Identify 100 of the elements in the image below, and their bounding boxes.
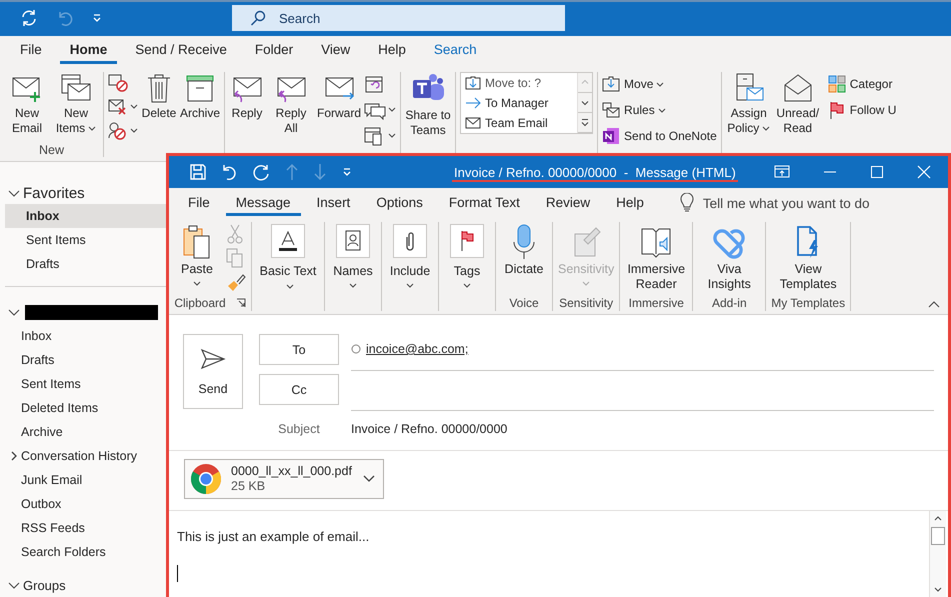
- paste-button[interactable]: Paste: [174, 222, 220, 287]
- archive-button[interactable]: Archive: [180, 72, 220, 121]
- include-button[interactable]: Include: [387, 222, 433, 289]
- send-button[interactable]: Send: [183, 334, 243, 409]
- dialog-launcher-icon[interactable]: [236, 298, 246, 308]
- block-sender-icon[interactable]: [108, 122, 138, 140]
- maximize-icon[interactable]: [870, 165, 884, 179]
- folder-item[interactable]: RSS Feeds: [21, 521, 85, 535]
- reply-all-button[interactable]: Reply All: [268, 72, 314, 136]
- folder-item[interactable]: Inbox: [5, 204, 166, 228]
- folder-item[interactable]: Archive: [21, 425, 63, 439]
- ribbon-tab[interactable]: Help: [368, 42, 416, 64]
- ribbon-tab[interactable]: Send / Receive: [125, 42, 237, 64]
- calendar-phone-icon[interactable]: [364, 126, 396, 146]
- ribbon-tab[interactable]: Folder: [244, 42, 304, 64]
- caret-icon: [406, 283, 414, 289]
- folder-item[interactable]: Drafts: [21, 353, 54, 367]
- save-icon[interactable]: [189, 163, 207, 181]
- folder-item[interactable]: Conversation History: [21, 449, 138, 463]
- new-items-button[interactable]: New Items: [53, 72, 99, 136]
- ribbon-tab[interactable]: View: [311, 42, 360, 64]
- ribbon-tab[interactable]: Review: [536, 194, 600, 216]
- scroll-thumb[interactable]: [931, 527, 945, 545]
- chevron-icon[interactable]: [8, 188, 20, 198]
- scrollbar[interactable]: [929, 511, 946, 597]
- group-label: My Templates: [771, 296, 846, 310]
- ribbon-tab[interactable]: File: [178, 194, 220, 216]
- chevron-icon[interactable]: [8, 580, 20, 590]
- close-icon[interactable]: [917, 165, 931, 179]
- folder-item[interactable]: Deleted Items: [21, 401, 98, 415]
- assign-policy-button[interactable]: Assign Policy: [726, 72, 772, 136]
- reply-button[interactable]: Reply: [229, 72, 266, 121]
- arrow-icon: [465, 96, 482, 110]
- move-button[interactable]: Move: [602, 72, 664, 96]
- quick-step-item[interactable]: Team Email: [465, 113, 574, 133]
- chevron-icon[interactable]: [8, 307, 20, 317]
- message-body-text: This is just an example of email...: [177, 529, 370, 544]
- view-templates-button[interactable]: View Templates: [777, 222, 840, 292]
- tags-button[interactable]: Tags: [444, 222, 490, 289]
- immersive-reader-button[interactable]: Immersive Reader: [625, 222, 688, 292]
- ribbon-tab[interactable]: Options: [366, 194, 433, 216]
- ribbon-tab[interactable]: Search: [424, 42, 487, 64]
- folder-item[interactable]: Inbox: [21, 329, 52, 343]
- folder-item[interactable]: Sent Items: [5, 228, 166, 252]
- rules-icon: [602, 102, 620, 118]
- folder-item[interactable]: Search Folders: [21, 545, 106, 559]
- quick-step-item[interactable]: Move to: ?: [465, 73, 574, 93]
- redo-icon[interactable]: [253, 163, 271, 181]
- folder-item[interactable]: Sent Items: [21, 377, 81, 391]
- send-icon: [200, 348, 226, 370]
- customize-icon[interactable]: [91, 12, 103, 24]
- subject-field[interactable]: Invoice / Refno. 00000/0000: [351, 422, 508, 436]
- folder-item[interactable]: Outbox: [21, 497, 62, 511]
- caret-icon: [762, 126, 770, 132]
- collapse-ribbon-icon[interactable]: [928, 300, 940, 308]
- to-button[interactable]: To: [259, 334, 339, 365]
- caret-icon: [286, 284, 294, 290]
- ribbon-tab[interactable]: Help: [606, 194, 654, 216]
- attachment-name: 0000_ll_xx_ll_000.pdf: [231, 464, 353, 479]
- share-to-teams-button[interactable]: Share to Teams: [405, 72, 452, 138]
- recipient-link[interactable]: incoice@abc.com;: [366, 342, 468, 356]
- forward-button[interactable]: Forward: [317, 72, 362, 121]
- clean-up-icon[interactable]: [108, 98, 138, 116]
- dictate-button[interactable]: Dictate: [501, 222, 547, 277]
- follow-up-button[interactable]: Follow U: [828, 98, 896, 122]
- ribbon-tab[interactable]: File: [10, 42, 52, 64]
- viva-insights-button[interactable]: Viva Insights: [698, 222, 760, 292]
- folder-arrow-icon: [465, 76, 482, 90]
- unread-read-button[interactable]: Unread/ Read: [774, 72, 821, 136]
- quick-step-item[interactable]: To Manager: [465, 93, 574, 113]
- to-field[interactable]: incoice@abc.com;: [351, 334, 934, 371]
- group-label: Add-in: [712, 296, 747, 310]
- customize-icon[interactable]: [341, 166, 353, 178]
- ribbon-tab[interactable]: Format Text: [438, 194, 530, 216]
- names-button[interactable]: Names: [330, 222, 376, 289]
- send-to-onenote-button[interactable]: Send to OneNote: [602, 124, 717, 148]
- folder-item[interactable]: Drafts: [5, 252, 166, 276]
- group-label: Sensitivity: [559, 296, 614, 310]
- tell-me-field[interactable]: Tell me what you want to do: [702, 196, 870, 210]
- groups-header[interactable]: Groups: [23, 578, 66, 592]
- folder-item[interactable]: Junk Email: [21, 473, 82, 487]
- ribbon-display-icon[interactable]: [774, 165, 790, 179]
- new-email-button[interactable]: New Email: [4, 72, 50, 136]
- caret-icon: [656, 82, 664, 88]
- categorize-button[interactable]: Categor: [828, 72, 892, 96]
- ignore-icon[interactable]: [108, 74, 130, 92]
- favorites-header[interactable]: Favorites: [23, 184, 85, 202]
- search-field[interactable]: Search: [232, 5, 565, 31]
- chevron-icon[interactable]: [10, 450, 18, 462]
- attachment-card[interactable]: 0000_ll_xx_ll_000.pdf 25 KB: [184, 459, 384, 499]
- cc-button[interactable]: Cc: [259, 374, 339, 405]
- caret-icon[interactable]: [363, 475, 375, 483]
- flag-icon: [828, 101, 846, 119]
- rules-button[interactable]: Rules: [602, 98, 666, 122]
- ribbon-tab[interactable]: Insert: [306, 194, 360, 216]
- presence-icon: [351, 344, 361, 354]
- basic-text-button[interactable]: Basic Text: [257, 222, 319, 294]
- format-painter-icon[interactable]: [226, 272, 246, 292]
- search-icon: [250, 10, 266, 26]
- delete-button[interactable]: Delete: [141, 72, 177, 121]
